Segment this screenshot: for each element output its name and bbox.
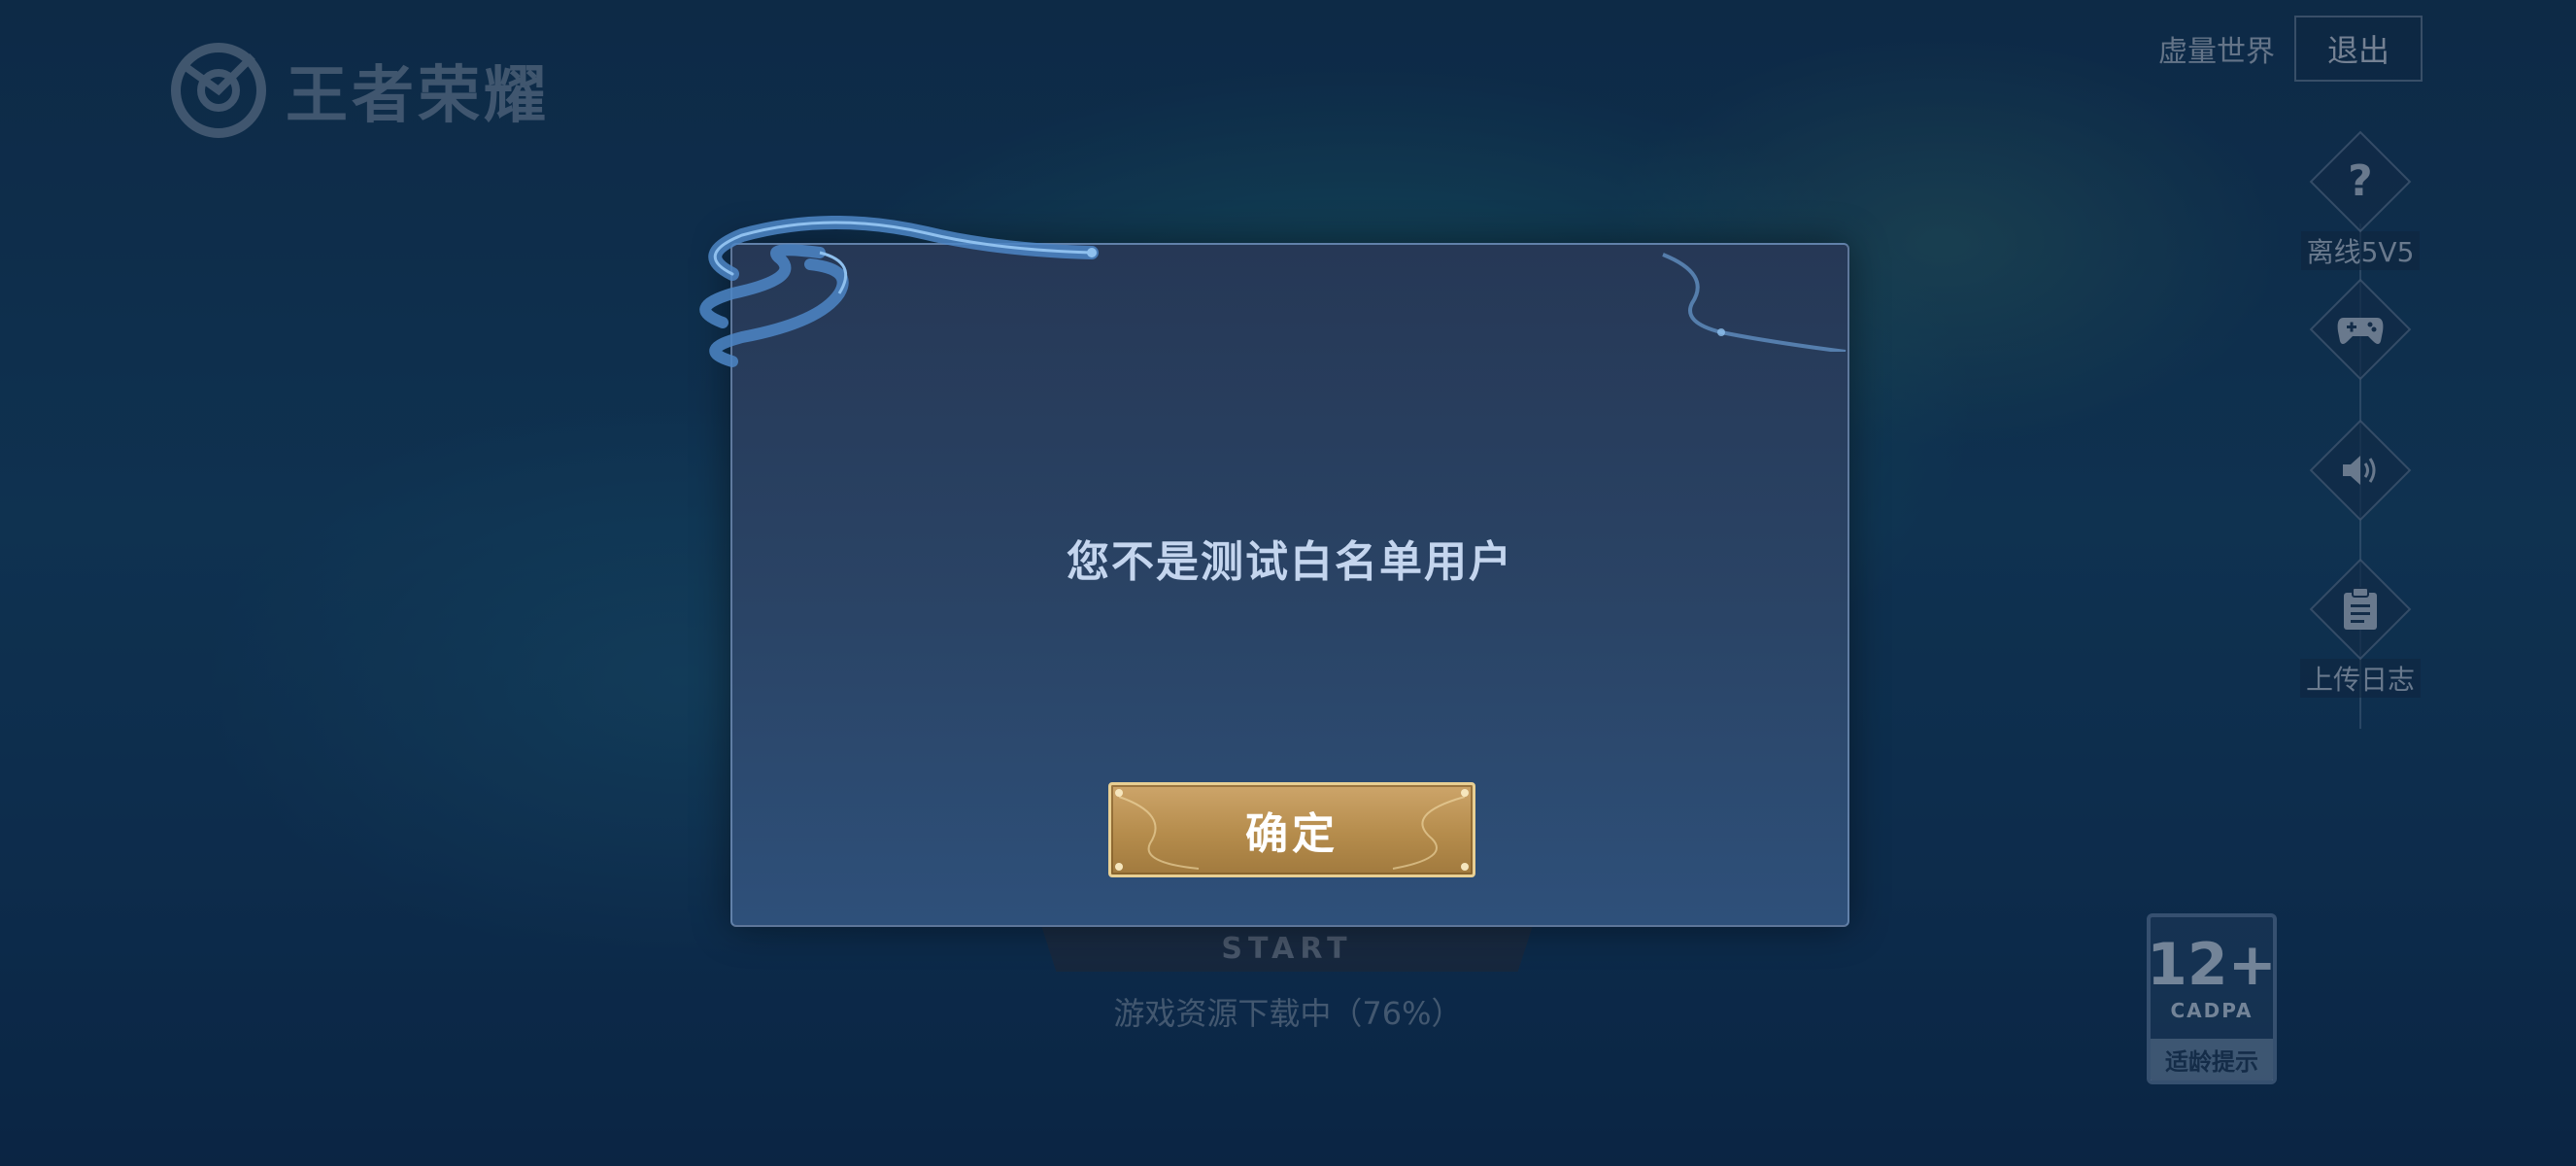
cloud-ornament-icon — [699, 216, 1099, 367]
confirm-button-label: 确定 — [1245, 809, 1339, 859]
dialog-message: 您不是测试白名单用户 — [1067, 537, 1513, 587]
confirm-button[interactable]: 确定 — [1108, 782, 1475, 877]
game-screen: 王者荣耀 虚量世界 退出 ? 离线5V5 上传日志 START 游戏资源下载中（… — [0, 0, 2576, 1166]
corner-ornament-icon — [1662, 253, 1847, 352]
alert-dialog: 您不是测试白名单用户 确定 — [699, 216, 1849, 927]
